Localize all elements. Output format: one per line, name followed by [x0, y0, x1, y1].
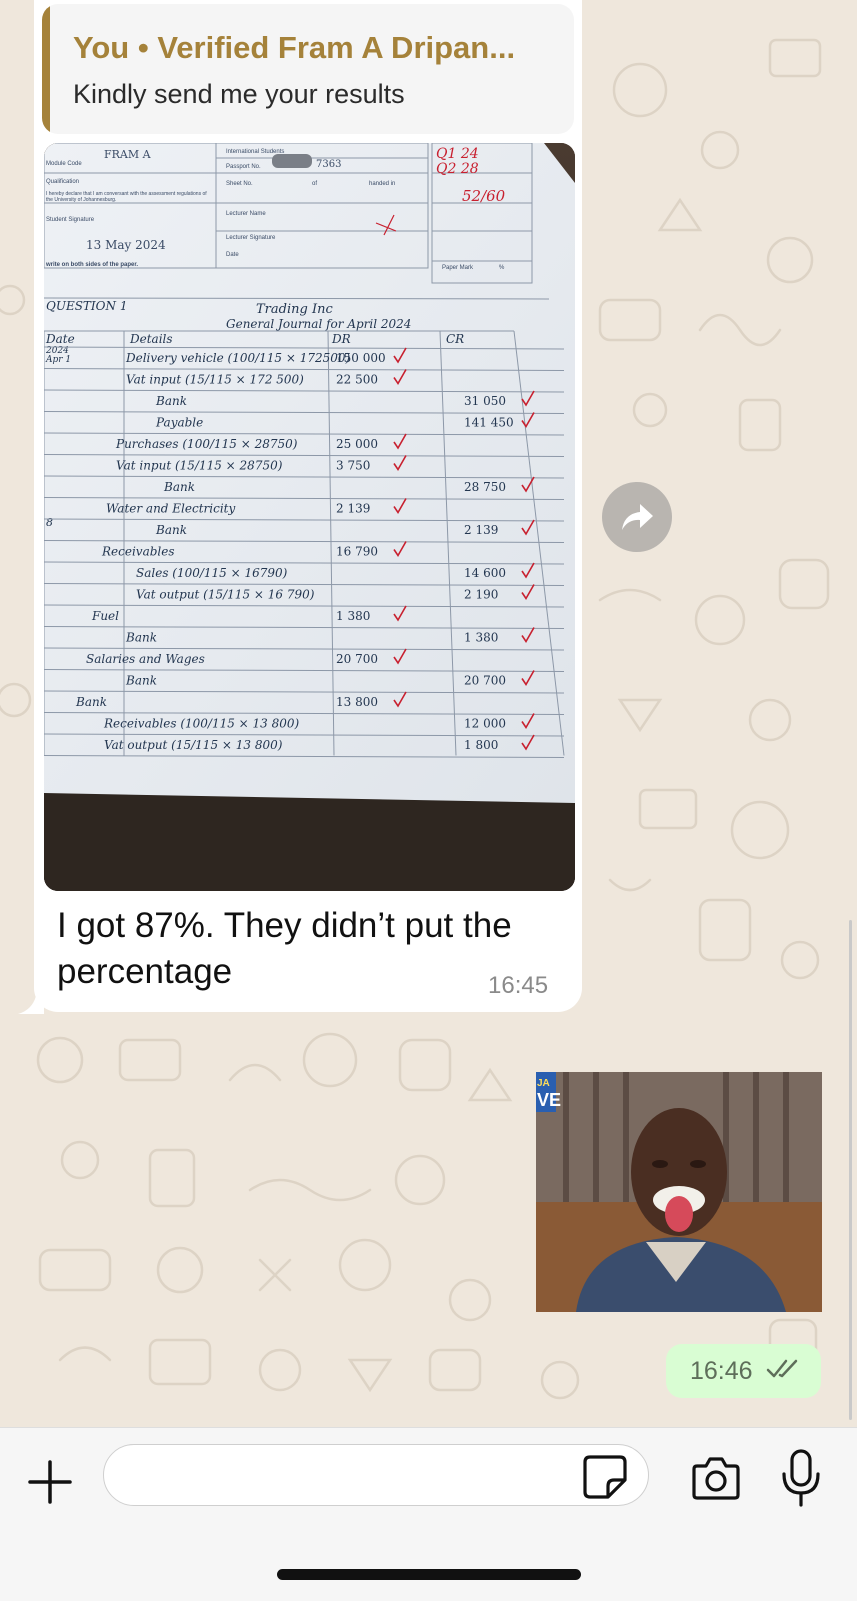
outgoing-message-bubble[interactable]: 16:46 — [666, 1344, 821, 1398]
redacted-passport — [272, 154, 312, 168]
journal-row-credit: 2 190 — [464, 588, 498, 602]
student-label: Student Signature — [46, 217, 95, 223]
journal-row-credit: 12 000 — [464, 717, 506, 731]
quoted-reply[interactable]: You • Verified Fram A Dripan... Kindly s… — [42, 4, 574, 134]
sticker-man-laughing: JA VE — [536, 1072, 822, 1312]
quote-accent-bar — [42, 4, 50, 134]
journal-title: Trading Inc — [256, 302, 333, 317]
sticker-badge-line1: JA — [537, 1078, 550, 1089]
col-cr: CR — [446, 332, 464, 346]
col-dr: DR — [331, 332, 351, 346]
camera-icon[interactable] — [691, 1454, 741, 1502]
journal-row-details: Vat input (15/115 × 172 500) — [126, 373, 304, 387]
journal-row-debit: 150 000 — [336, 351, 386, 365]
journal-row-debit: 16 790 — [336, 545, 378, 559]
passport-label: Passport No. — [226, 164, 261, 170]
paper-note: write on both sides of the paper. — [45, 262, 138, 268]
handed-in-label: handed in — [369, 181, 395, 187]
exam-paper-photo[interactable]: International Students Passport No. Shee… — [44, 143, 575, 891]
lecturer-name-label: Lecturer Name — [226, 211, 266, 217]
journal-row-details: Delivery vehicle (100/115 × 172500) — [125, 351, 351, 365]
journal-row-credit: 1 800 — [464, 738, 498, 752]
scrollbar[interactable] — [849, 920, 852, 1420]
journal-row-debit: 3 750 — [336, 459, 370, 473]
journal-row-details: Vat output (15/115 × 16 790) — [136, 588, 315, 602]
journal-row-debit: 1 380 — [336, 609, 370, 623]
journal-row-details: Payable — [155, 416, 203, 430]
forward-icon — [622, 504, 653, 530]
journal-row-debit: 22 500 — [336, 373, 378, 387]
date-label: Date — [226, 252, 239, 258]
date-month: Apr 1 — [45, 355, 71, 365]
journal-row-details: Vat output (15/115 × 13 800) — [104, 738, 283, 752]
module-label: Module Code — [46, 161, 82, 167]
sticker-icon[interactable] — [582, 1454, 628, 1500]
date-eight: 8 — [46, 516, 53, 529]
question-heading: QUESTION 1 — [46, 299, 127, 313]
student-name: FRAM A — [104, 148, 152, 161]
journal-row-details: Purchases (100/115 × 28750) — [115, 437, 298, 451]
col-date: Date — [45, 332, 75, 346]
journal-row-details: Bank — [125, 631, 157, 645]
microphone-icon[interactable] — [780, 1448, 822, 1508]
journal-row-debit: 13 800 — [336, 695, 378, 709]
sheet-label: Sheet No. — [226, 181, 253, 187]
plus-icon[interactable] — [26, 1458, 74, 1506]
of-label: of — [312, 181, 317, 187]
journal-row-credit: 28 750 — [464, 480, 506, 494]
paper-mark-label: Paper Mark — [442, 265, 474, 271]
journal-row-details: Water and Electricity — [106, 502, 235, 516]
journal-row-details: Bank — [75, 695, 107, 709]
score-q1: Q1 24 — [436, 146, 479, 162]
journal-subtitle: General Journal for April 2024 — [226, 317, 411, 331]
quote-text: Kindly send me your results — [73, 79, 405, 109]
journal-row-details: Bank — [163, 480, 195, 494]
message-time: 16:45 — [488, 972, 549, 999]
journal-row-credit: 20 700 — [464, 674, 506, 688]
journal-row-details: Fuel — [91, 609, 119, 623]
journal-row-details: Vat input (15/115 × 28750) — [116, 459, 283, 473]
journal-row-credit: 1 380 — [464, 631, 498, 645]
journal-row-details: Sales (100/115 × 16790) — [136, 566, 288, 580]
journal-row-details: Bank — [125, 674, 157, 688]
declaration-text: I hereby declare that I am conversant wi… — [46, 191, 207, 203]
quote-author: You • Verified Fram A Dripan... — [73, 30, 516, 65]
journal-row-details: Salaries and Wages — [86, 652, 205, 666]
journal-row-details: Bank — [155, 394, 187, 408]
journal-row-details: Receivables — [101, 545, 175, 559]
intl-students-label: International Students — [226, 149, 284, 155]
journal-row-debit: 25 000 — [336, 437, 378, 451]
double-check-icon — [766, 1359, 798, 1378]
journal-row-credit: 141 450 — [464, 416, 514, 430]
journal-row-debit: 2 139 — [336, 502, 370, 516]
journal-row-debit: 20 700 — [336, 652, 378, 666]
journal-row-credit: 14 600 — [464, 566, 506, 580]
journal-row-credit: 2 139 — [464, 523, 498, 537]
journal-row-details: Bank — [155, 523, 187, 537]
home-indicator — [277, 1569, 581, 1580]
score-total: 52/60 — [462, 187, 506, 205]
sticker-badge-line2: VE — [537, 1090, 561, 1110]
journal-row-credit: 31 050 — [464, 394, 506, 408]
sticker-image[interactable]: JA VE — [536, 1072, 822, 1312]
message-input[interactable] — [103, 1444, 649, 1506]
composer-bar — [0, 1427, 857, 1601]
journal-row-details: Receivables (100/115 × 13 800) — [103, 717, 300, 731]
score-q2: Q2 28 — [436, 161, 479, 177]
qualification-label: Qualification — [46, 179, 79, 185]
lecturer-signature-label: Lecturer Signature — [226, 235, 276, 241]
exam-paper-image: International Students Passport No. Shee… — [44, 143, 575, 891]
percent-sign: % — [499, 265, 505, 271]
passport-number: 7363 — [316, 159, 341, 170]
outgoing-time: 16:46 — [690, 1357, 753, 1385]
forward-button[interactable] — [602, 482, 672, 552]
col-details: Details — [129, 332, 173, 346]
signature-date: 13 May 2024 — [86, 238, 166, 252]
